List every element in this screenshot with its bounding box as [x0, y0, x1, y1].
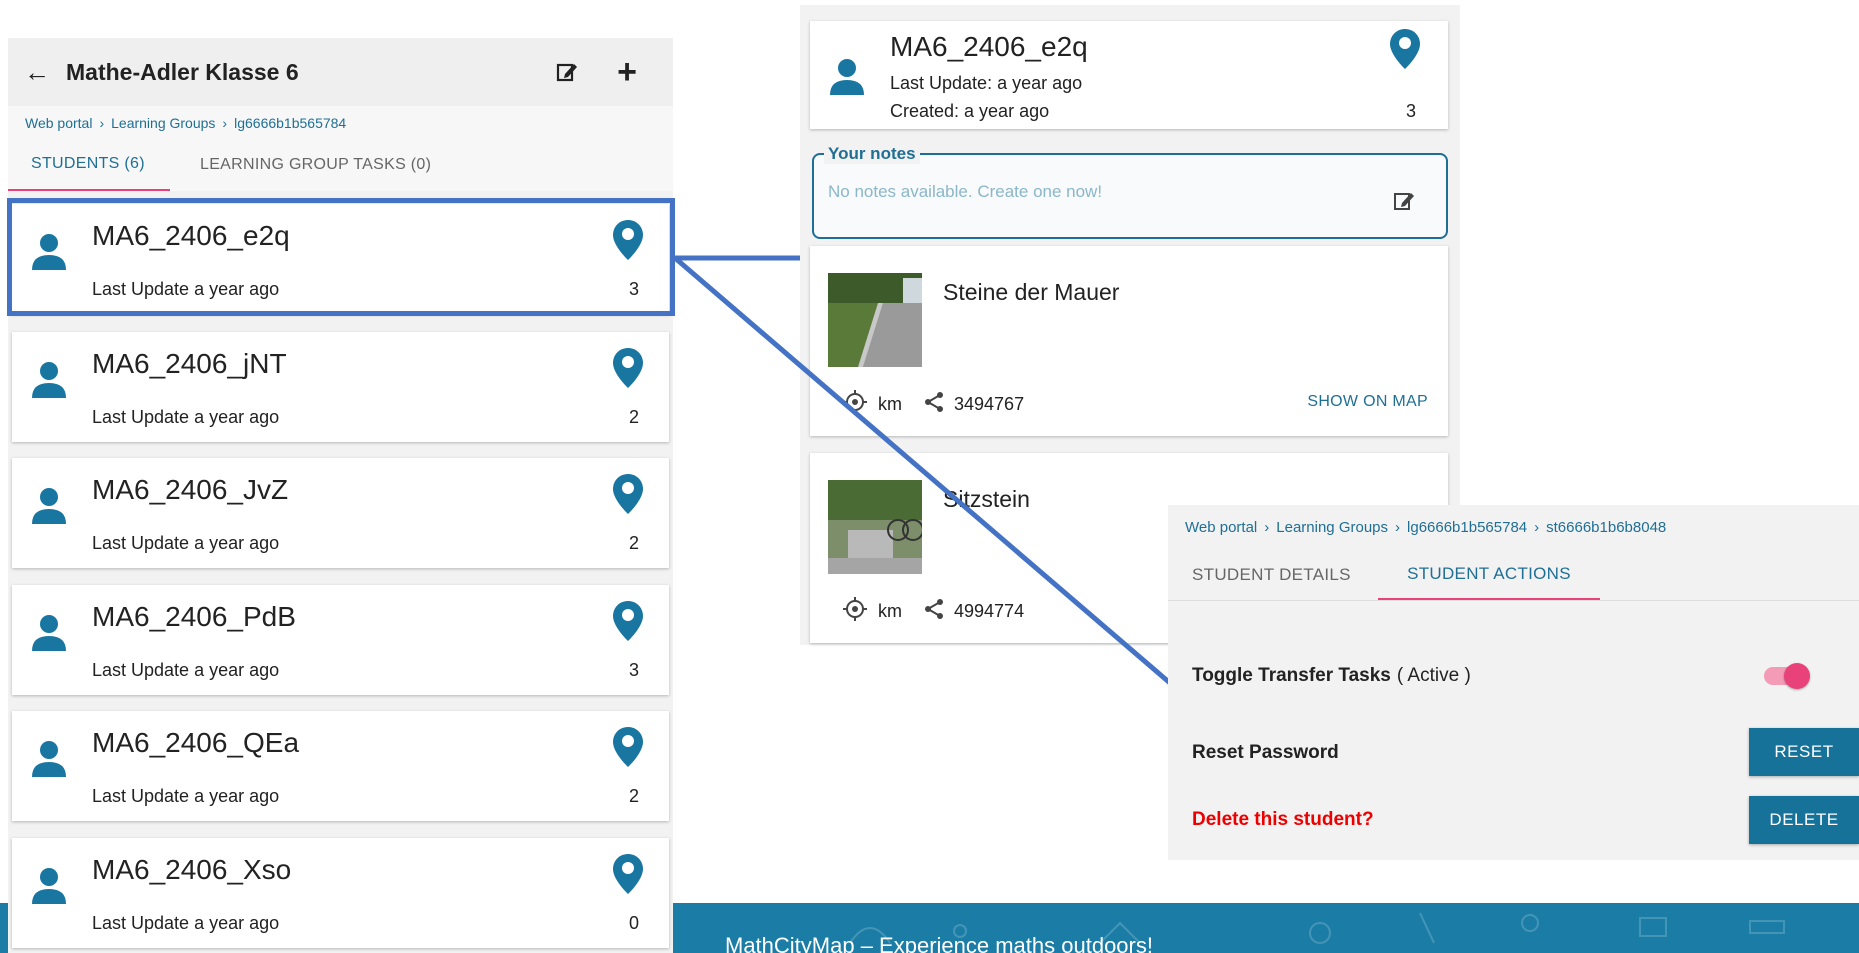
share-icon[interactable]: [924, 392, 944, 417]
edit-icon[interactable]: [537, 60, 597, 84]
toggle-knob: [1784, 663, 1810, 689]
breadcrumb-student-id[interactable]: st6666b1b6b8048: [1546, 519, 1666, 536]
last-update-text: Last Update a year ago: [92, 660, 280, 680]
map-pin-icon[interactable]: [613, 727, 643, 772]
share-icon[interactable]: [924, 599, 944, 624]
task-count: 3: [628, 660, 639, 680]
student-name: MA6_2406_Xso: [92, 854, 292, 885]
tab-bar: STUDENTS (6) LEARNING GROUP TASKS (0): [8, 139, 673, 191]
task-photo: [828, 273, 922, 367]
delete-button[interactable]: DELETE: [1749, 796, 1859, 844]
last-update-text: Last Update a year ago: [92, 533, 280, 553]
task-count: 3: [1405, 101, 1416, 121]
last-update-text: Last Update a year ago: [92, 407, 280, 427]
breadcrumb-group-id[interactable]: lg6666b1b565784: [234, 115, 346, 131]
add-icon[interactable]: +: [597, 55, 657, 89]
task-title: Sitzstein: [943, 486, 1030, 512]
location-target-icon: [842, 389, 868, 420]
student-name: MA6_2406_jNT: [92, 348, 287, 379]
show-on-map-link[interactable]: SHOW ON MAP: [1307, 393, 1428, 411]
student-card[interactable]: MA6_2406_jNT Last Update a year ago 2: [12, 332, 669, 442]
person-icon: [30, 360, 68, 405]
distance-unit: km: [878, 601, 902, 621]
footer-slogan: MathCityMap – Experience maths outdoors!: [725, 933, 1153, 953]
page-title: Mathe-Adler Klasse 6: [66, 58, 299, 85]
chevron-right-icon: ›: [1395, 518, 1401, 536]
created-text: Created: a year ago: [890, 101, 1050, 121]
tab-student-actions[interactable]: STUDENT ACTIONS: [1378, 549, 1600, 600]
notes-placeholder: No notes available. Create one now!: [828, 182, 1103, 201]
student-name: MA6_2406_JvZ: [92, 474, 289, 505]
map-pin-icon[interactable]: [613, 854, 643, 899]
map-pin-icon[interactable]: [613, 348, 643, 393]
toggle-transfer-label: Toggle Transfer Tasks: [1192, 665, 1391, 686]
person-icon: [30, 739, 68, 784]
task-title: Steine der Mauer: [943, 279, 1120, 305]
tab-bar: STUDENT DETAILS STUDENT ACTIONS: [1168, 549, 1859, 601]
student-name: MA6_2406_e2q: [890, 31, 1088, 62]
task-meta: km 3494767: [842, 389, 1024, 420]
breadcrumb-group-id[interactable]: lg6666b1b565784: [1407, 519, 1527, 536]
breadcrumb: Web portal › Learning Groups › lg6666b1b…: [1168, 505, 1859, 549]
highlight-box: [7, 198, 675, 316]
notes-legend: Your notes: [824, 144, 920, 164]
student-card[interactable]: MA6_2406_PdB Last Update a year ago 3: [12, 585, 669, 695]
last-update-text: Last Update a year ago: [92, 913, 280, 933]
task-count: 2: [628, 533, 639, 553]
task-count: 2: [628, 786, 639, 806]
task-count: 0: [628, 913, 639, 933]
chevron-right-icon: ›: [99, 114, 105, 131]
toggle-transfer-row: Toggle Transfer Tasks ( Active ): [1192, 663, 1852, 689]
breadcrumb-learning-groups[interactable]: Learning Groups: [111, 115, 215, 131]
reset-password-label: Reset Password: [1192, 742, 1339, 763]
person-icon: [30, 866, 68, 911]
task-photo: [828, 480, 922, 574]
person-icon: [30, 486, 68, 531]
breadcrumb-web-portal[interactable]: Web portal: [25, 115, 92, 131]
task-code: 4994774: [954, 601, 1025, 621]
student-card[interactable]: MA6_2406_QEa Last Update a year ago 2: [12, 711, 669, 821]
transfer-tasks-toggle[interactable]: [1764, 663, 1810, 689]
location-target-icon: [842, 596, 868, 627]
toolbar: ← Mathe-Adler Klasse 6 +: [8, 38, 673, 106]
last-update-text: Last Update a year ago: [92, 786, 280, 806]
map-pin-icon[interactable]: [613, 601, 643, 646]
person-icon: [30, 613, 68, 658]
student-summary-card: MA6_2406_e2q Last Update: a year ago Cre…: [810, 21, 1448, 129]
student-name: MA6_2406_QEa: [92, 727, 300, 758]
chevron-right-icon: ›: [1264, 518, 1270, 536]
delete-student-label: Delete this student?: [1192, 809, 1374, 830]
student-card[interactable]: MA6_2406_Xso Last Update a year ago 0: [12, 838, 669, 948]
task-meta: km 4994774: [842, 596, 1024, 627]
student-card[interactable]: MA6_2406_JvZ Last Update a year ago 2: [12, 458, 669, 568]
edit-note-icon[interactable]: [1392, 189, 1416, 218]
student-name: MA6_2406_PdB: [92, 601, 296, 632]
notes-box[interactable]: Your notes No notes available. Create on…: [812, 144, 1448, 239]
task-code: 3494767: [954, 394, 1025, 414]
chevron-right-icon: ›: [1534, 518, 1540, 536]
reset-button[interactable]: RESET: [1749, 728, 1859, 776]
back-arrow-icon[interactable]: ←: [24, 57, 56, 88]
task-card[interactable]: Steine der Mauer km 3494767 SHOW ON MAP: [810, 246, 1448, 436]
map-pin-icon[interactable]: [613, 474, 643, 519]
breadcrumb: Web portal › Learning Groups › lg6666b1b…: [8, 106, 673, 139]
tab-student-details[interactable]: STUDENT DETAILS: [1168, 549, 1378, 600]
person-icon: [828, 57, 866, 102]
chevron-right-icon: ›: [222, 114, 228, 131]
breadcrumb-learning-groups[interactable]: Learning Groups: [1276, 519, 1388, 536]
toggle-transfer-state: ( Active ): [1396, 665, 1471, 686]
breadcrumb-web-portal[interactable]: Web portal: [1185, 519, 1257, 536]
distance-unit: km: [878, 394, 902, 414]
tab-students[interactable]: STUDENTS (6): [8, 139, 170, 191]
tab-learning-group-tasks[interactable]: LEARNING GROUP TASKS (0): [170, 139, 455, 191]
last-update-text: Last Update: a year ago: [890, 73, 1083, 93]
student-actions-panel: Web portal › Learning Groups › lg6666b1b…: [1168, 505, 1859, 860]
task-count: 2: [628, 407, 639, 427]
map-pin-icon[interactable]: [1390, 29, 1420, 74]
